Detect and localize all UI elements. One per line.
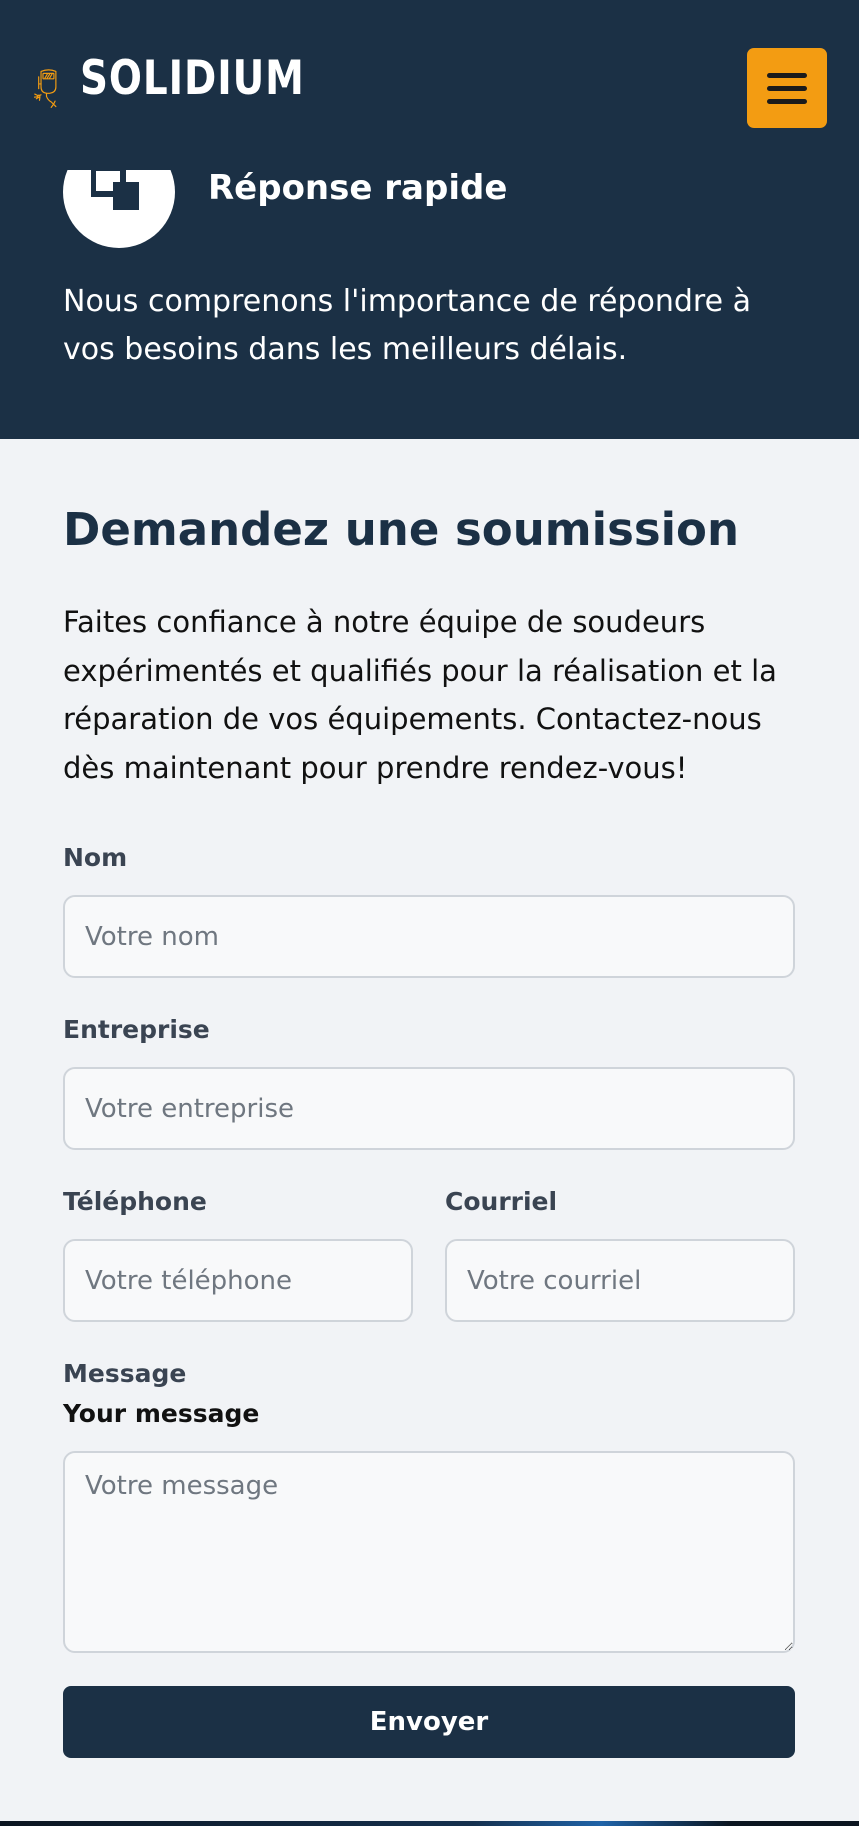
message-textarea[interactable]: [63, 1451, 795, 1653]
feature-title: Réponse rapide: [208, 168, 508, 208]
name-label: Nom: [63, 843, 128, 872]
feature-text: Nous comprenons l'importance de répondre…: [63, 284, 751, 367]
name-input[interactable]: [63, 895, 795, 978]
hamburger-menu-icon: [767, 72, 807, 78]
logo-text: SOLIDIUM: [79, 50, 305, 106]
hamburger-menu-icon-line: [767, 85, 807, 91]
hamburger-menu-icon-line: [767, 98, 807, 104]
submit-button[interactable]: Envoyer: [63, 1686, 795, 1758]
email-label: Courriel: [445, 1187, 558, 1216]
site-header: SOLIDIUM: [0, 0, 859, 170]
form-intro: Faites confiance à notre équipe de soude…: [63, 605, 777, 785]
company-label: Entreprise: [63, 1015, 210, 1044]
quick-response-icon: [91, 165, 139, 210]
message-sublabel: Your message: [63, 1399, 260, 1428]
company-input[interactable]: [63, 1067, 795, 1150]
menu-button[interactable]: [747, 48, 827, 128]
form-title: Demandez une soumission: [63, 503, 740, 556]
phone-label: Téléphone: [63, 1187, 207, 1216]
footer-edge: [0, 1821, 859, 1826]
phone-input[interactable]: [63, 1239, 413, 1322]
email-input[interactable]: [445, 1239, 795, 1322]
logo[interactable]: SOLIDIUM: [34, 34, 324, 144]
welder-mask-icon: [34, 69, 57, 108]
message-label: Message: [63, 1359, 187, 1388]
